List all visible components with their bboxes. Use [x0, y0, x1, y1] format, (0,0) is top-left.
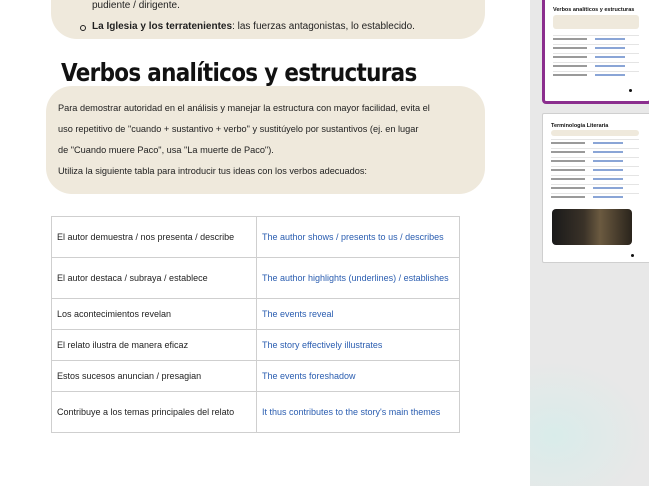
- thumbnail-card: [551, 130, 639, 136]
- thumbnail-row: [553, 71, 639, 81]
- thumbnail-title: Terminología Literaria: [551, 123, 609, 129]
- table-row: El autor demuestra / nos presenta / desc…: [51, 216, 460, 258]
- bullet-item: La Iglesia y los terratenientes: las fue…: [92, 21, 415, 32]
- table-row: El relato ilustra de manera eficaz The s…: [51, 329, 460, 361]
- table-cell-en: The events foreshadow: [256, 360, 460, 392]
- intro-line-2: uso repetitivo de "cuando + sustantivo +…: [58, 124, 419, 134]
- table-row: Contribuye a los temas principales del r…: [51, 391, 460, 433]
- thumbnail-logo-icon: [629, 89, 632, 92]
- thumbnail-photo: [552, 209, 632, 245]
- table-cell-es: El autor demuestra / nos presenta / desc…: [51, 216, 257, 258]
- intro-line-4: Utiliza la siguiente tabla para introduc…: [58, 166, 367, 176]
- page-thumbnail[interactable]: Terminología Literaria: [542, 113, 649, 263]
- section-heading: Verbos analíticos y estructuras: [61, 58, 417, 87]
- table-cell-en: The events reveal: [256, 298, 460, 330]
- thumbnail-card: [553, 15, 639, 29]
- bullet-circle-icon: [80, 25, 86, 31]
- table-row: El autor destaca / subraya / establece T…: [51, 257, 460, 299]
- table-cell-en: It thus contributes to the story's main …: [256, 391, 460, 433]
- bullet-item-bold: La Iglesia y los terratenientes: [92, 21, 233, 32]
- table-cell-es: Contribuye a los temas principales del r…: [51, 391, 257, 433]
- table-row: Estos sucesos anuncian / presagian The e…: [51, 360, 460, 392]
- table-cell-en: The author shows / presents to us / desc…: [256, 216, 460, 258]
- bullet-continuation: pudiente / dirigente.: [92, 0, 180, 11]
- page-thumbnails-panel: Verbos analíticos y estructuras Terminol…: [530, 0, 649, 486]
- bullet-item-rest: : las fuerzas antagonistas, lo estableci…: [232, 21, 415, 32]
- table-cell-es: Los acontecimientos revelan: [51, 298, 257, 330]
- table-cell-es: El autor destaca / subraya / establece: [51, 257, 257, 299]
- intro-card: Para demostrar autoridad en el análisis …: [46, 86, 485, 194]
- page-thumbnail-selected[interactable]: Verbos analíticos y estructuras: [542, 0, 649, 104]
- thumbnail-row: [551, 193, 639, 203]
- intro-line-3: de "Cuando muere Paco", usa "La muerte d…: [58, 145, 274, 155]
- panel-background-glow: [530, 360, 649, 486]
- table-cell-es: El relato ilustra de manera eficaz: [51, 329, 257, 361]
- verbs-table: El autor demuestra / nos presenta / desc…: [51, 216, 460, 433]
- intro-line-1: Para demostrar autoridad en el análisis …: [58, 103, 430, 113]
- table-cell-en: The story effectively illustrates: [256, 329, 460, 361]
- table-cell-en: The author highlights (underlines) / est…: [256, 257, 460, 299]
- thumbnail-logo-icon: [631, 254, 634, 257]
- thumbnail-title: Verbos analíticos y estructuras: [553, 7, 635, 13]
- document-page: pudiente / dirigente. La Iglesia y los t…: [0, 0, 530, 486]
- table-row: Los acontecimientos revelan The events r…: [51, 298, 460, 330]
- table-cell-es: Estos sucesos anuncian / presagian: [51, 360, 257, 392]
